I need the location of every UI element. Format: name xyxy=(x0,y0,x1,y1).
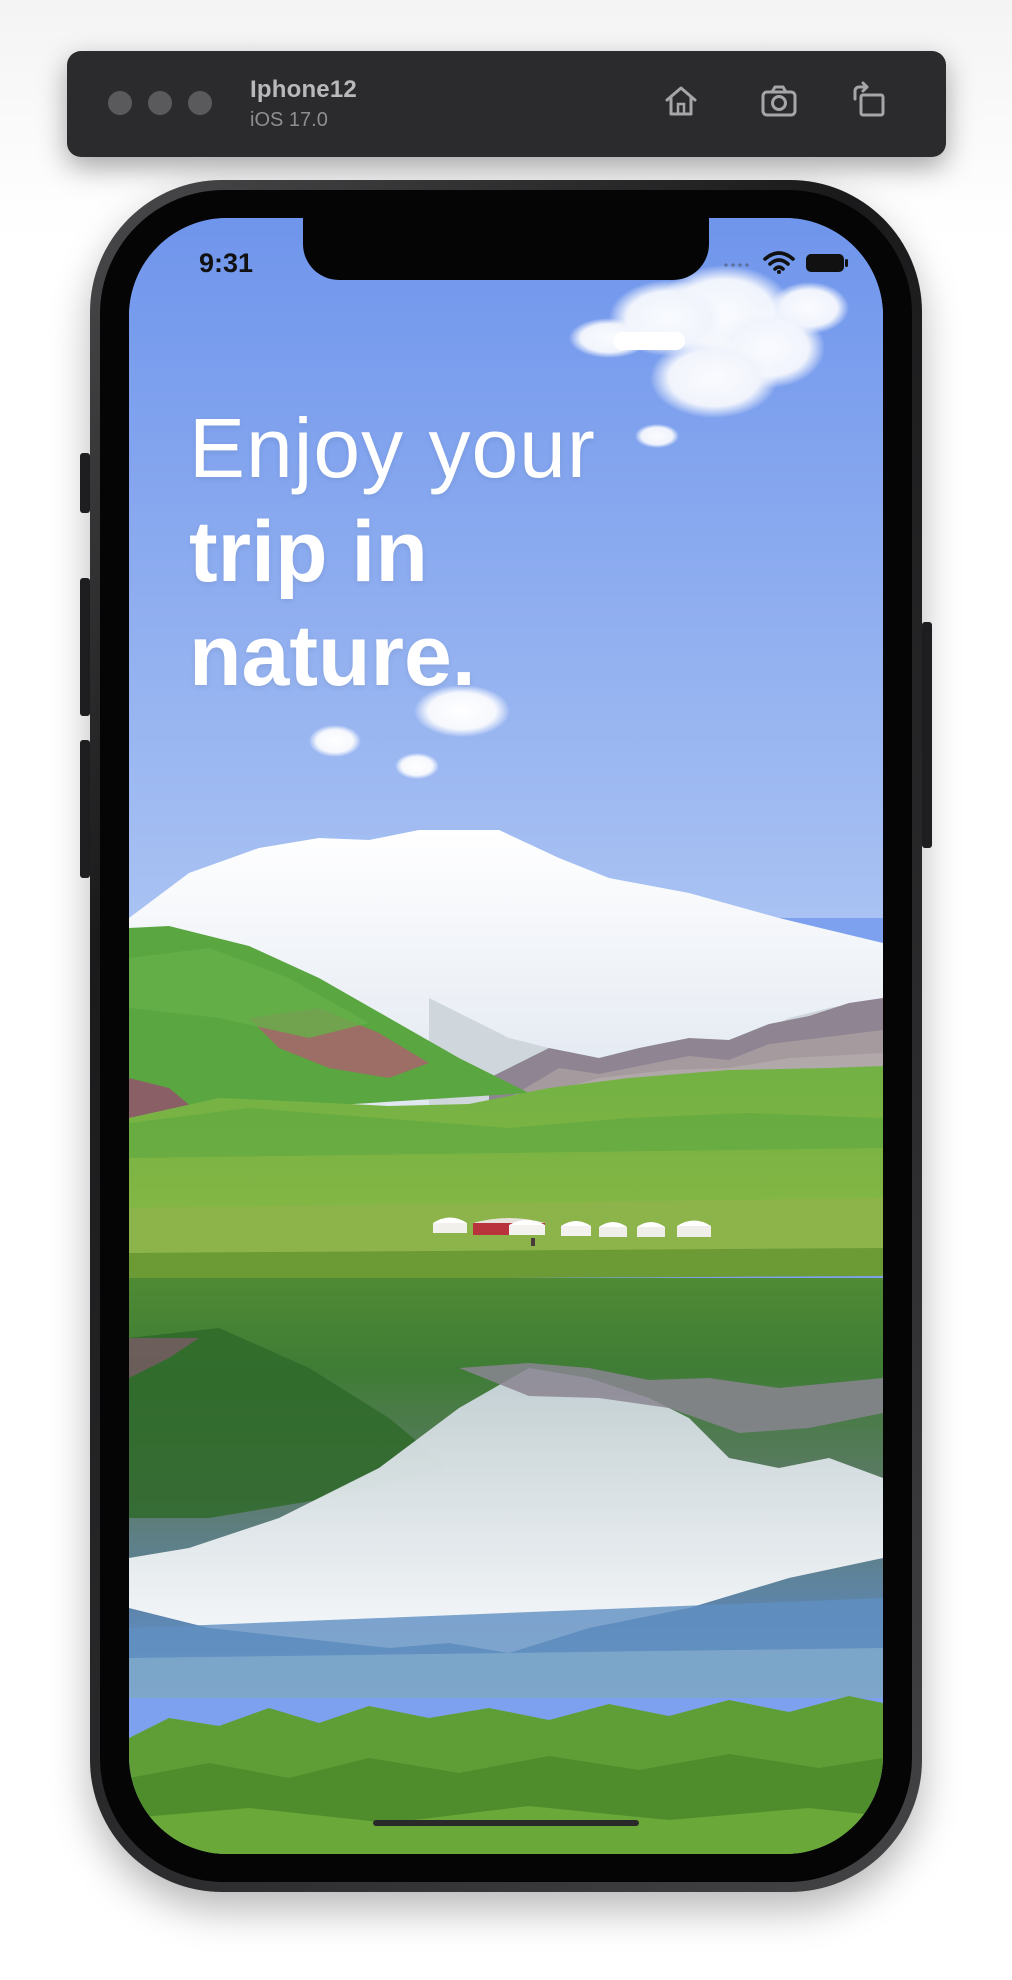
phone-screen: 9:31 Enjoy your trip in nature. xyxy=(129,218,883,1854)
device-os-version: iOS 17.0 xyxy=(250,109,328,131)
wifi-icon xyxy=(763,251,795,274)
window-minimize-button[interactable] xyxy=(148,91,172,115)
simulator-window: Iphone12 iOS 17.0 9:31 Enjoy your trip i… xyxy=(0,0,1012,1980)
cellular-signal-icon xyxy=(724,263,749,267)
home-button[interactable] xyxy=(658,78,704,124)
headline-line-1: Enjoy your xyxy=(189,401,596,495)
notch xyxy=(303,218,709,280)
silent-switch xyxy=(80,453,90,513)
window-zoom-button[interactable] xyxy=(188,91,212,115)
battery-icon xyxy=(806,254,848,272)
home-indicator[interactable] xyxy=(373,1820,639,1826)
screenshot-button[interactable] xyxy=(756,78,802,124)
volume-up-button xyxy=(80,578,90,716)
volume-down-button xyxy=(80,740,90,878)
status-bar-time: 9:31 xyxy=(199,248,254,278)
power-button xyxy=(922,622,932,848)
headline-line-3: nature. xyxy=(189,608,476,704)
home-icon xyxy=(665,86,697,116)
headline-line-2: trip in xyxy=(189,504,428,600)
rotate-icon xyxy=(853,81,885,117)
onboarding-headline: Enjoy your trip in nature. xyxy=(189,396,596,708)
screenshot-icon xyxy=(761,85,797,117)
rotate-button[interactable] xyxy=(846,78,892,124)
window-close-button[interactable] xyxy=(108,91,132,115)
device-name: Iphone12 xyxy=(250,76,357,103)
status-bar-icons xyxy=(723,251,849,275)
